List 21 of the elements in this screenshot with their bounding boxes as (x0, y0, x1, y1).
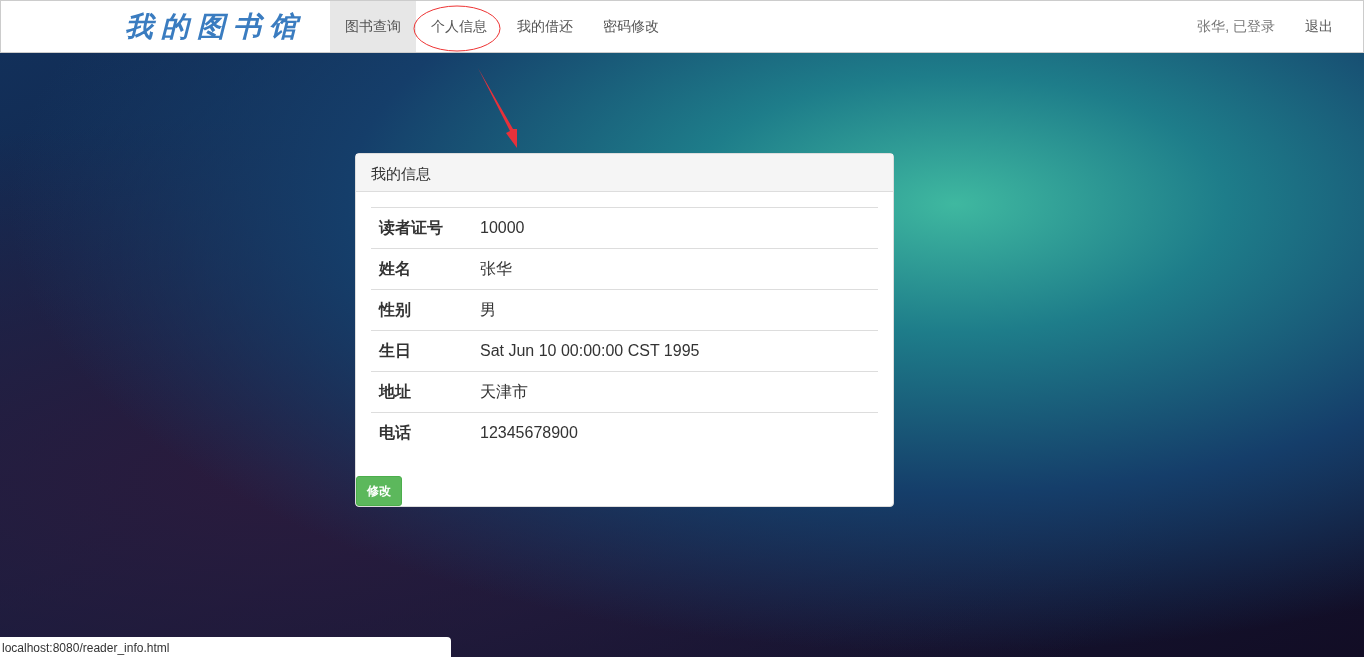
panel-title: 我的信息 (356, 154, 893, 192)
field-label: 电话 (371, 412, 472, 453)
field-value: 10000 (472, 207, 878, 249)
field-label: 性别 (371, 289, 472, 331)
user-status: 张华, 已登录 (1196, 17, 1276, 36)
field-label: 地址 (371, 371, 472, 413)
logout-link[interactable]: 退出 (1290, 1, 1363, 52)
field-label: 读者证号 (371, 207, 472, 249)
field-value: 张华 (472, 248, 878, 290)
field-value: 天津市 (472, 371, 878, 413)
nav-link[interactable]: 个人信息 (416, 1, 502, 52)
nav-link[interactable]: 我的借还 (502, 1, 588, 52)
field-value: 12345678900 (472, 412, 878, 453)
nav-link[interactable]: 密码修改 (588, 1, 674, 52)
status-url: localhost:8080/reader_info.html (0, 637, 451, 657)
brand-logo[interactable]: 我的图书馆 (125, 1, 330, 52)
nav-link[interactable]: 图书查询 (330, 1, 416, 52)
field-value: Sat Jun 10 00:00:00 CST 1995 (472, 330, 878, 372)
field-label: 姓名 (371, 248, 472, 290)
field-label: 生日 (371, 330, 472, 372)
field-value: 男 (472, 289, 878, 331)
